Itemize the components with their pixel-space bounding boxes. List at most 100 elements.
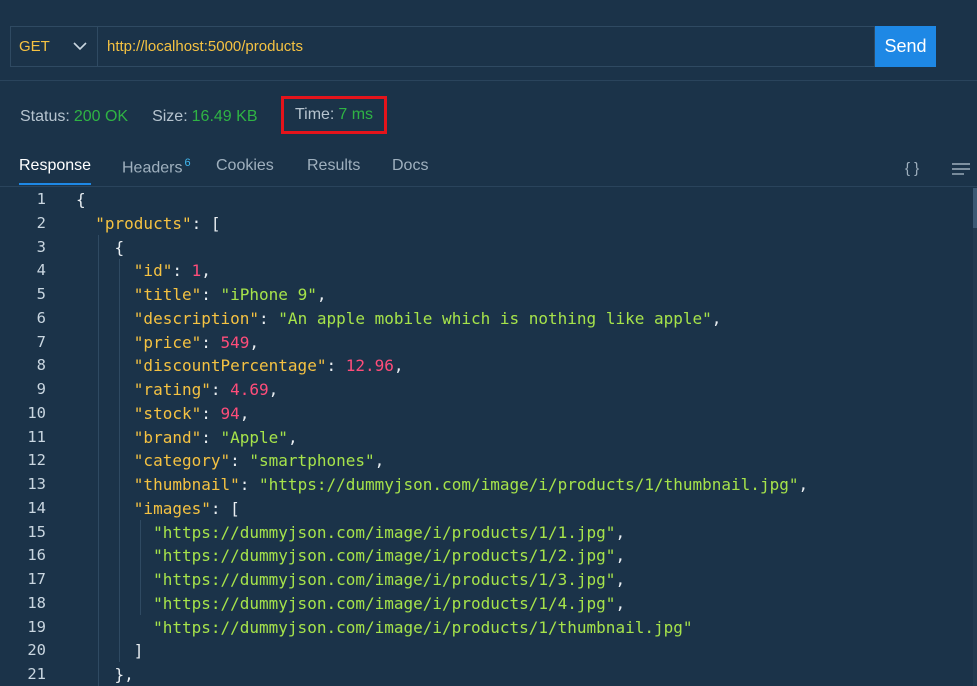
- tab-headers[interactable]: Headers 6: [122, 157, 191, 185]
- code-line: 9 "rating": 4.69,: [0, 378, 977, 402]
- line-number: 21: [27, 665, 46, 683]
- code-text: ]: [76, 639, 144, 663]
- line-number: 8: [36, 356, 46, 375]
- tab-label: Results: [307, 157, 361, 174]
- code-token: "discountPercentage": [133, 356, 327, 376]
- code-text: "id": 1,: [76, 259, 211, 283]
- line-number: 19: [27, 617, 46, 636]
- send-button[interactable]: Send: [875, 26, 936, 67]
- code-token: },: [76, 665, 134, 684]
- response-body[interactable]: 1{2 "products": [3 {4 "id": 1, 5 "title":…: [0, 188, 977, 686]
- code-token: :: [172, 261, 192, 281]
- code-token: "products": [95, 213, 192, 233]
- code-text: "price": 549,: [76, 331, 259, 355]
- code-line: 7 "price": 549,: [0, 331, 977, 355]
- tab-label: Cookies: [216, 157, 274, 174]
- code-token: {: [76, 190, 86, 209]
- code-token: 94: [220, 403, 240, 423]
- braces-icon[interactable]: { }: [905, 160, 919, 177]
- code-token: :: [210, 380, 231, 399]
- code-line: 1{: [0, 188, 977, 212]
- code-token: :: [239, 475, 260, 494]
- code-text: "products": [: [76, 212, 221, 236]
- line-number: 12: [27, 451, 46, 470]
- code-token: : [: [191, 213, 221, 233]
- code-text: "discountPercentage": 12.96,: [76, 354, 404, 378]
- code-text: "https://dummyjson.com/image/i/products/…: [76, 592, 625, 616]
- line-number: 6: [36, 308, 46, 327]
- code-token: ,: [249, 332, 260, 352]
- time-label: Time:: [294, 106, 335, 123]
- method-value: GET: [19, 38, 50, 55]
- code-token: ,: [268, 380, 279, 399]
- code-token: :: [201, 427, 221, 447]
- code-token: :: [201, 332, 221, 352]
- code-token: ,: [316, 285, 327, 304]
- line-number: 3: [36, 237, 46, 256]
- url-input[interactable]: [97, 26, 875, 67]
- tab-label: Response: [19, 157, 92, 174]
- code-line: 19 "https://dummyjson.com/image/i/produc…: [0, 616, 977, 640]
- line-number: 20: [27, 641, 46, 660]
- code-token: "https://dummyjson.com/image/i/products/…: [153, 522, 616, 542]
- code-line: 14 "images": [: [0, 497, 977, 521]
- code-line: 8 "discountPercentage": 12.96,: [0, 354, 977, 378]
- status-value: 200 OK: [73, 108, 129, 125]
- code-line: 16 "https://dummyjson.com/image/i/produc…: [0, 544, 977, 568]
- code-token: {: [76, 237, 125, 257]
- line-number: 18: [27, 593, 46, 612]
- time-value: 7 ms: [338, 106, 374, 123]
- scrollbar[interactable]: [973, 188, 977, 686]
- tab-docs[interactable]: Docs: [392, 157, 428, 183]
- code-line: 18 "https://dummyjson.com/image/i/produc…: [0, 592, 977, 616]
- scrollbar-thumb[interactable]: [973, 188, 977, 228]
- code-token: "stock": [133, 403, 202, 423]
- code-text: "category": "smartphones",: [76, 449, 384, 473]
- line-number: 13: [27, 475, 46, 493]
- code-line: 15 "https://dummyjson.com/image/i/produc…: [0, 521, 977, 545]
- code-token: "id": [133, 261, 173, 281]
- code-token: ,: [615, 546, 626, 566]
- line-number: 14: [27, 498, 46, 517]
- code-token: ,: [615, 522, 626, 542]
- tab-results[interactable]: Results: [307, 157, 360, 183]
- code-token: ,: [374, 451, 385, 471]
- code-text: "thumbnail": "https://dummyjson.com/imag…: [76, 473, 808, 497]
- status-stat: Status: 200 OK: [20, 108, 128, 126]
- method-select[interactable]: GET: [10, 26, 97, 67]
- response-status-bar: Status: 200 OK Size: 16.49 KB: [20, 106, 281, 128]
- code-line: 5 "title": "iPhone 9",: [0, 283, 977, 307]
- code-line: 3 {: [0, 236, 977, 260]
- code-line: 13 "thumbnail": "https://dummyjson.com/i…: [0, 473, 977, 497]
- code-token: ,: [393, 356, 404, 376]
- response-tabs: Response Headers 6 Cookies Results Docs {…: [0, 150, 977, 187]
- code-line: 17 "https://dummyjson.com/image/i/produc…: [0, 568, 977, 592]
- divider: [0, 80, 977, 81]
- code-text: "rating": 4.69,: [76, 378, 279, 402]
- tab-response[interactable]: Response: [19, 157, 92, 185]
- code-token: ,: [615, 593, 626, 613]
- tab-cookies[interactable]: Cookies: [216, 157, 274, 183]
- code-token: 1: [191, 261, 202, 281]
- code-line: 6 "description": "An apple mobile which …: [0, 307, 977, 331]
- code-line: 4 "id": 1,: [0, 259, 977, 283]
- request-bar: GET Send: [10, 26, 936, 67]
- code-token: "category": [133, 451, 231, 471]
- code-token: "title": [133, 285, 202, 304]
- menu-icon[interactable]: [952, 162, 970, 180]
- code-token: ,: [798, 475, 809, 494]
- line-number: 4: [36, 261, 46, 280]
